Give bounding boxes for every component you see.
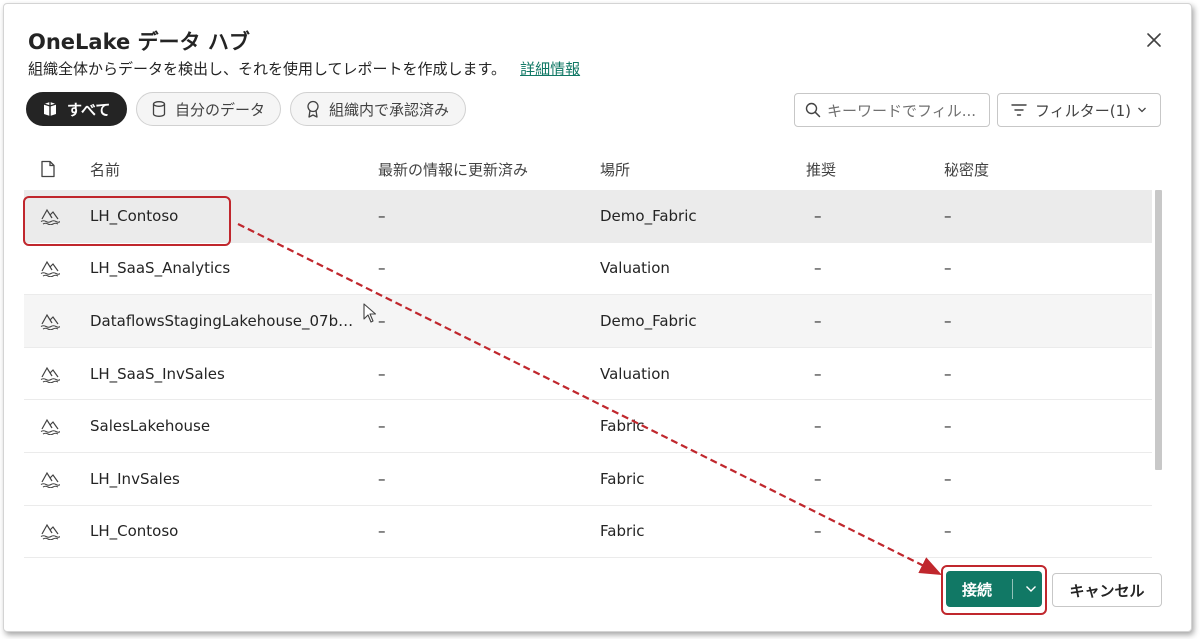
lakehouse-icon — [40, 243, 60, 295]
row-updated: – — [378, 311, 386, 330]
tab-my-data-label: 自分のデータ — [175, 100, 266, 119]
lakehouse-icon — [40, 453, 60, 505]
close-button[interactable] — [1141, 27, 1167, 53]
mouse-cursor-icon — [363, 303, 377, 323]
chevron-down-icon[interactable] — [1025, 585, 1037, 593]
tab-all[interactable]: すべて — [26, 92, 127, 126]
row-updated: – — [378, 522, 386, 541]
row-location: Fabric — [600, 417, 645, 436]
row-location: Fabric — [600, 522, 645, 541]
row-recommended: – — [814, 469, 822, 488]
row-updated: – — [378, 206, 386, 225]
connect-divider — [1012, 579, 1013, 599]
connect-button[interactable]: 接続 — [946, 571, 1042, 607]
row-sensitivity: – — [944, 522, 952, 541]
lakehouse-icon — [40, 348, 60, 400]
row-name: DataflowsStagingLakehouse_07bb92f0... — [90, 311, 360, 330]
header-recommended[interactable]: 推奨 — [806, 150, 836, 188]
dialog-title: OneLake データ ハブ — [28, 30, 250, 54]
row-sensitivity: – — [944, 259, 952, 278]
row-updated: – — [378, 469, 386, 488]
row-location: Fabric — [600, 469, 645, 488]
row-name: LH_InvSales — [90, 469, 180, 488]
scrollbar-thumb[interactable] — [1155, 190, 1162, 470]
close-icon — [1147, 33, 1161, 47]
row-updated: – — [378, 417, 386, 436]
row-recommended: – — [814, 417, 822, 436]
header-location[interactable]: 場所 — [600, 150, 630, 188]
row-recommended: – — [814, 364, 822, 383]
chevron-down-icon — [1137, 106, 1147, 114]
dialog-subtitle: 組織全体からデータを検出し、それを使用してレポートを作成します。 詳細情報 — [28, 58, 580, 79]
header-sensitivity[interactable]: 秘密度 — [944, 150, 989, 188]
connect-label: 接続 — [962, 580, 993, 599]
row-location: Demo_Fabric — [600, 206, 697, 225]
cancel-button[interactable]: キャンセル — [1052, 573, 1162, 607]
table-row[interactable]: DataflowsStagingLakehouse_07bb92f0... – … — [24, 295, 1152, 348]
filter-icon — [1011, 103, 1027, 117]
row-updated: – — [378, 364, 386, 383]
table-row[interactable]: LH_InvSales – Fabric – – — [24, 453, 1152, 506]
database-icon — [151, 100, 167, 118]
all-icon — [41, 100, 59, 118]
row-name: LH_SaaS_InvSales — [90, 364, 225, 383]
row-sensitivity: – — [944, 206, 952, 225]
row-recommended: – — [814, 311, 822, 330]
table-row[interactable]: LH_SaaS_InvSales – Valuation – – — [24, 348, 1152, 401]
row-name: LH_Contoso — [90, 522, 179, 541]
header-updated[interactable]: 最新の情報に更新済み — [378, 150, 528, 188]
row-updated: – — [378, 259, 386, 278]
row-name: SalesLakehouse — [90, 417, 211, 436]
row-recommended: – — [814, 259, 822, 278]
filter-label: フィルター(1) — [1035, 101, 1131, 120]
file-type-icon — [40, 150, 56, 188]
tab-endorsed-label: 組織内で承認済み — [329, 100, 450, 119]
row-location: Demo_Fabric — [600, 311, 697, 330]
row-sensitivity: – — [944, 469, 952, 488]
lakehouse-icon — [40, 295, 60, 347]
table-row[interactable]: LH_SaaS_Analytics – Valuation – – — [24, 243, 1152, 296]
table-row[interactable]: LH_Contoso – Fabric – – — [24, 506, 1152, 559]
row-sensitivity: – — [944, 417, 952, 436]
row-recommended: – — [814, 206, 822, 225]
ribbon-icon — [305, 100, 321, 118]
filter-button[interactable]: フィルター(1) — [997, 93, 1161, 127]
table-header: 名前 最新の情報に更新済み 場所 推奨 秘密度 — [24, 150, 1152, 188]
tab-all-label: すべて — [67, 100, 111, 119]
dialog-subtitle-text: 組織全体からデータを検出し、それを使用してレポートを作成します。 — [28, 60, 507, 78]
header-name[interactable]: 名前 — [90, 150, 120, 188]
row-sensitivity: – — [944, 364, 952, 383]
row-sensitivity: – — [944, 311, 952, 330]
tab-endorsed[interactable]: 組織内で承認済み — [290, 92, 466, 126]
search-icon — [805, 102, 821, 118]
lakehouse-icon — [40, 400, 60, 452]
tab-my-data[interactable]: 自分のデータ — [136, 92, 281, 126]
scrollbar[interactable] — [1154, 190, 1162, 470]
row-location: Valuation — [600, 259, 670, 278]
row-name: LH_SaaS_Analytics — [90, 259, 231, 278]
row-location: Valuation — [600, 364, 670, 383]
annotation-highlight-row — [23, 196, 231, 246]
lakehouse-icon — [40, 506, 60, 558]
learn-more-link[interactable]: 詳細情報 — [520, 60, 580, 78]
search-box[interactable]: キーワードでフィル... — [794, 93, 990, 127]
table-row[interactable]: SalesLakehouse – Fabric – – — [24, 400, 1152, 453]
search-placeholder: キーワードでフィル... — [827, 101, 977, 120]
row-recommended: – — [814, 522, 822, 541]
